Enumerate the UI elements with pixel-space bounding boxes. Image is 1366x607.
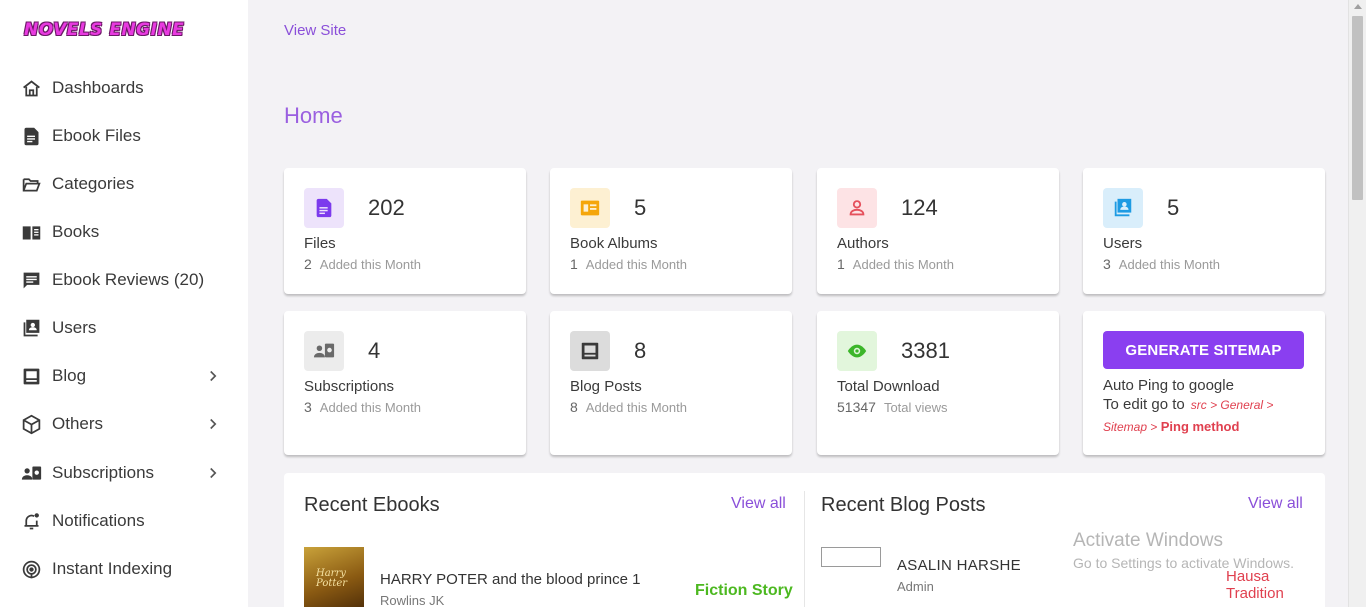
sidebar-item-label: Subscriptions — [52, 463, 155, 482]
stat-card-files: 202 Files 2 Added this Month — [284, 168, 526, 294]
review-icon — [20, 269, 42, 291]
stat-label: Users — [1103, 235, 1143, 252]
stat-value: 5 — [1167, 195, 1180, 220]
stat-value: 124 — [901, 195, 938, 220]
stat-subtext: 3 Added this Month — [304, 399, 421, 415]
page-title: Home — [284, 103, 343, 128]
sidebar-item-subscriptions[interactable]: Subscriptions — [20, 455, 230, 491]
home-icon — [20, 77, 42, 99]
view-all-blog-link[interactable]: View all — [1248, 495, 1303, 513]
sidebar-item-label: Books — [52, 222, 100, 241]
sitemap-card: GENERATE SITEMAP Auto Ping to google To … — [1083, 311, 1325, 455]
stat-label: Total Download — [837, 378, 940, 395]
sidebar-item-label: Ebook Reviews (20) — [52, 270, 205, 289]
sidebar-item-label: Instant Indexing — [52, 559, 173, 578]
panel-divider — [804, 491, 805, 607]
stat-card-subscriptions: 4 Subscriptions 3 Added this Month — [284, 311, 526, 455]
folder-open-icon — [20, 173, 42, 195]
stat-value: 4 — [368, 338, 381, 363]
stat-label: Book Albums — [570, 235, 658, 252]
sidebar-item-notifications[interactable]: Notifications — [20, 503, 230, 539]
view-all-ebooks-link[interactable]: View all — [731, 495, 786, 513]
view-site-link[interactable]: View Site — [284, 22, 346, 39]
album-icon — [570, 188, 610, 228]
blog-title[interactable]: ASALIN HARSHE — [897, 557, 1021, 574]
stat-card-book-albums: 5 Book Albums 1 Added this Month — [550, 168, 792, 294]
chevron-right-icon — [210, 370, 217, 382]
stat-card-blog-posts: 8 Blog Posts 8 Added this Month — [550, 311, 792, 455]
book-icon — [20, 221, 42, 243]
ebook-category[interactable]: Fiction Story — [695, 582, 793, 600]
auto-ping-text: Auto Ping to google — [1103, 377, 1234, 394]
book-cover-image[interactable]: Harry Potter — [304, 547, 364, 607]
stat-subtext: 2 Added this Month — [304, 256, 421, 272]
stat-subtext: 3 Added this Month — [1103, 256, 1220, 272]
ebook-author: Rowlins JK — [380, 593, 445, 607]
sidebar-item-others[interactable]: Others — [20, 406, 230, 442]
blog-thumbnail-broken-image[interactable] — [821, 547, 881, 567]
stat-card-total-download: 3381 Total Download 51347 Total views — [817, 311, 1059, 455]
ping-method-path: Sitemap > Ping method — [1103, 419, 1240, 434]
stat-card-authors: 124 Authors 1 Added this Month — [817, 168, 1059, 294]
sidebar: NOVELS ENGINE Dashboards Ebook Files Cat… — [0, 0, 248, 607]
page-scrollbar[interactable] — [1348, 0, 1366, 607]
activate-windows-subtitle: Go to Settings to activate Windows. — [1073, 555, 1294, 571]
blog-category[interactable]: Hausa Tradition — [1226, 568, 1325, 602]
stat-label: Blog Posts — [570, 378, 642, 395]
file-icon — [304, 188, 344, 228]
subscriptions-icon — [20, 462, 42, 484]
stat-value: 3381 — [901, 338, 950, 363]
sidebar-item-label: Categories — [52, 174, 135, 193]
sidebar-item-label: Blog — [52, 366, 87, 385]
sidebar-item-books[interactable]: Books — [20, 214, 230, 250]
stat-subtext: 8 Added this Month — [570, 399, 687, 415]
sidebar-item-ebook-files[interactable]: Ebook Files — [20, 118, 230, 154]
stat-label: Files — [304, 235, 336, 252]
app-logo[interactable]: NOVELS ENGINE — [24, 20, 184, 40]
stat-card-users: 5 Users 3 Added this Month — [1083, 168, 1325, 294]
subscriptions-icon — [304, 331, 344, 371]
file-icon — [20, 125, 42, 147]
sidebar-item-categories[interactable]: Categories — [20, 166, 230, 202]
stat-value: 8 — [634, 338, 647, 363]
sidebar-item-label: Users — [52, 318, 97, 337]
sidebar-item-blog[interactable]: Blog — [20, 358, 230, 394]
ebook-title[interactable]: HARRY POTER and the blood prince 1 — [380, 571, 640, 588]
indexing-icon — [20, 558, 42, 580]
sidebar-item-label: Others — [52, 414, 104, 433]
scrollbar-thumb[interactable] — [1352, 16, 1363, 200]
person-icon — [837, 188, 877, 228]
sidebar-item-label: Dashboards — [52, 78, 144, 97]
sidebar-item-ebook-reviews[interactable]: Ebook Reviews (20) — [20, 262, 230, 298]
stat-subtext: 51347 Total views — [837, 399, 948, 415]
main-content: View Site Home 202 Files 2 Added this Mon… — [248, 0, 1348, 607]
stat-subtext: 1 Added this Month — [570, 256, 687, 272]
generate-sitemap-button[interactable]: GENERATE SITEMAP — [1103, 331, 1304, 369]
sidebar-item-label: Ebook Files — [52, 126, 141, 145]
sidebar-item-users[interactable]: Users — [20, 310, 230, 346]
box-icon — [20, 413, 42, 435]
edit-path-text: To edit go to src > General > — [1103, 396, 1274, 413]
blog-icon — [20, 365, 42, 387]
recent-blog-title: Recent Blog Posts — [821, 494, 986, 516]
stat-subtext: 1 Added this Month — [837, 256, 954, 272]
chevron-right-icon — [210, 467, 217, 479]
chevron-right-icon — [210, 418, 217, 430]
scroll-up-arrow-icon[interactable] — [1354, 4, 1362, 9]
stat-label: Authors — [837, 235, 889, 252]
sidebar-item-instant-indexing[interactable]: Instant Indexing — [20, 551, 230, 587]
users-icon — [1103, 188, 1143, 228]
stat-value: 5 — [634, 195, 647, 220]
stat-label: Subscriptions — [304, 378, 395, 395]
activate-windows-title: Activate Windows — [1073, 530, 1223, 551]
blog-icon — [570, 331, 610, 371]
blog-author: Admin — [897, 579, 934, 594]
sidebar-item-label: Notifications — [52, 511, 145, 530]
eye-icon — [837, 331, 877, 371]
recent-ebooks-title: Recent Ebooks — [304, 494, 440, 516]
bell-icon — [20, 510, 42, 532]
users-icon — [20, 317, 42, 339]
sidebar-item-dashboards[interactable]: Dashboards — [20, 70, 230, 106]
stat-value: 202 — [368, 195, 405, 220]
